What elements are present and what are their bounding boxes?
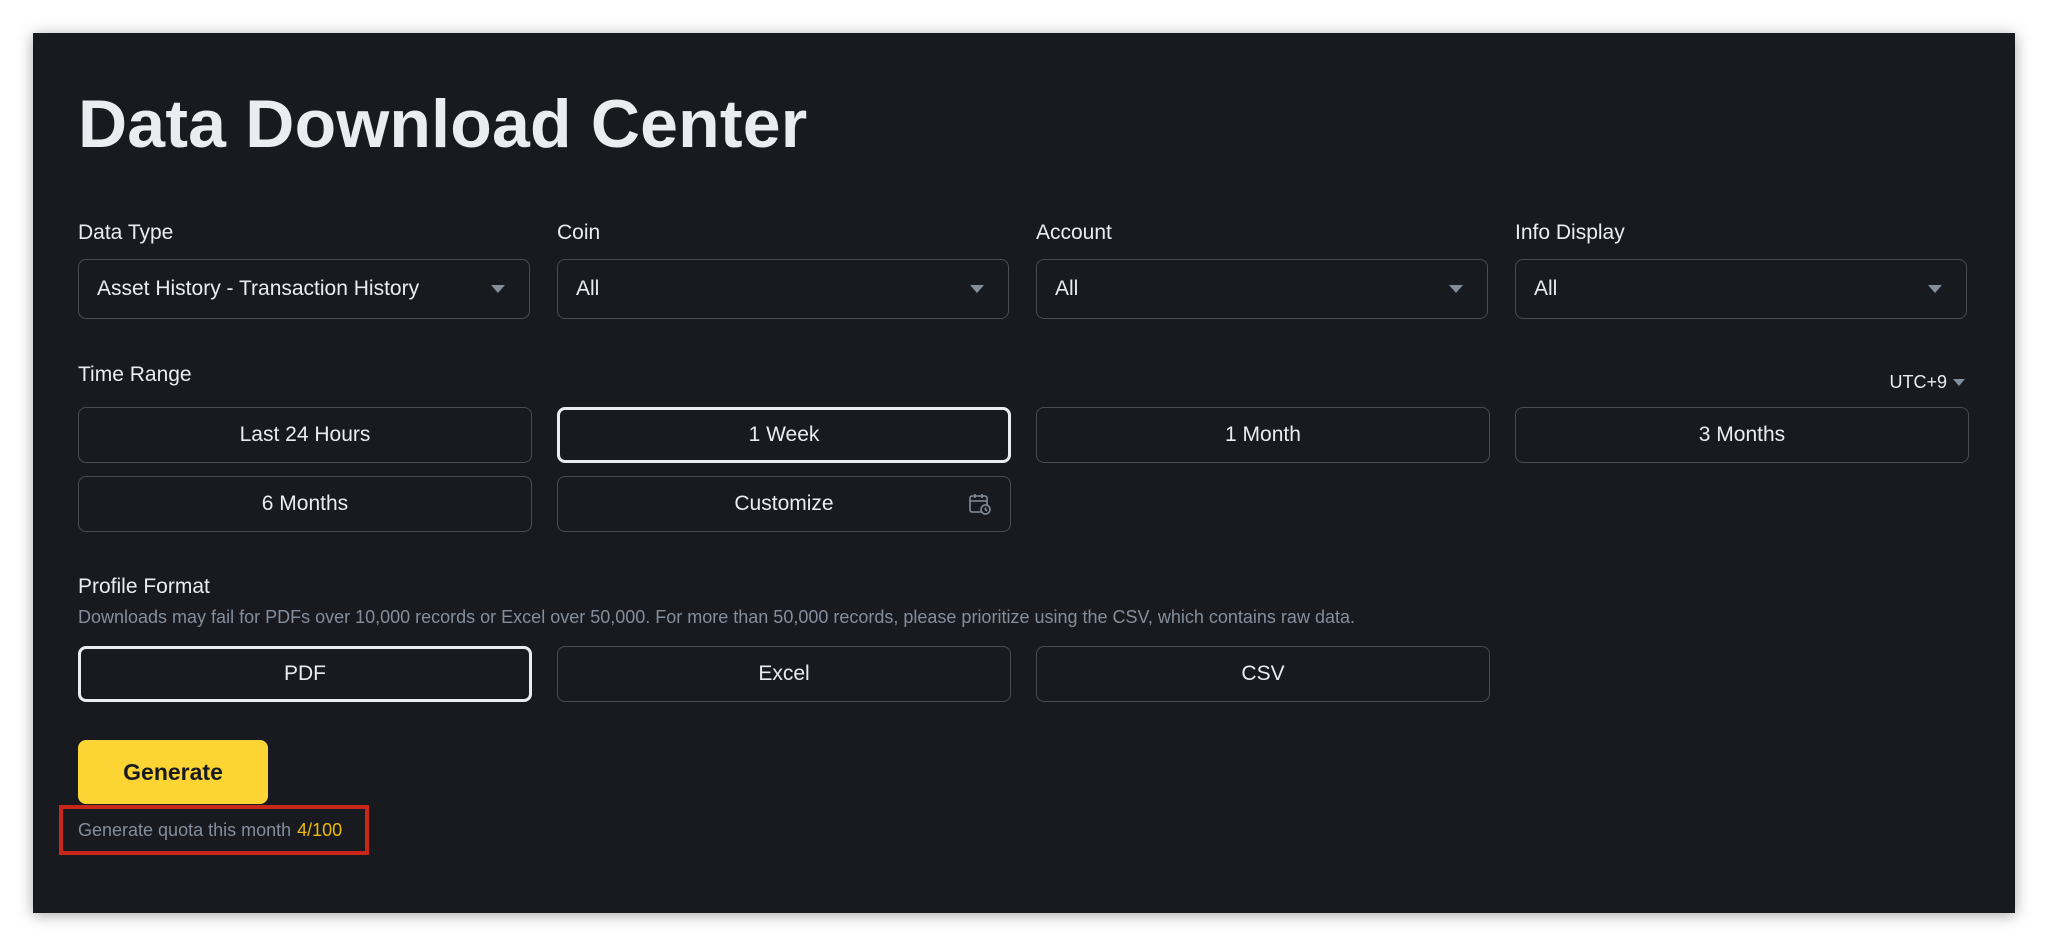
generate-button[interactable]: Generate [78, 740, 268, 804]
download-center-panel: Data Download Center Data Type Asset His… [33, 33, 2015, 913]
quota-count: 4/100 [297, 819, 343, 840]
format-option-label: PDF [284, 662, 326, 685]
chevron-down-icon [970, 285, 984, 293]
page-title: Data Download Center [78, 86, 808, 162]
time-option-6-months[interactable]: 6 Months [78, 476, 532, 532]
time-option-last-24-hours[interactable]: Last 24 Hours [78, 407, 532, 463]
account-value: All [1055, 277, 1079, 300]
coin-select[interactable]: All [557, 259, 1009, 319]
format-option-label: CSV [1241, 662, 1285, 685]
time-option-label: Last 24 Hours [239, 423, 371, 446]
time-option-label: 1 Week [748, 423, 820, 446]
account-select[interactable]: All [1036, 259, 1488, 319]
coin-label: Coin [557, 221, 601, 244]
time-option-customize[interactable]: Customize [557, 476, 1011, 532]
time-option-label: 6 Months [261, 492, 349, 515]
account-label: Account [1036, 221, 1112, 244]
coin-value: All [576, 277, 600, 300]
chevron-down-icon [1928, 285, 1942, 293]
data-type-label: Data Type [78, 221, 174, 244]
chevron-down-icon [1953, 379, 1965, 386]
time-option-label: 1 Month [1225, 423, 1301, 446]
time-range-label: Time Range [78, 363, 192, 386]
profile-format-label: Profile Format [78, 575, 210, 598]
quota-annotation-box: Generate quota this month 4/100 [59, 805, 369, 855]
time-option-label: 3 Months [1698, 423, 1786, 446]
data-type-select[interactable]: Asset History - Transaction History [78, 259, 530, 319]
info-display-label: Info Display [1515, 221, 1625, 244]
timezone-value: UTC+9 [1889, 372, 1947, 392]
time-option-1-week[interactable]: 1 Week [557, 407, 1011, 463]
info-display-value: All [1534, 277, 1558, 300]
profile-format-hint: Downloads may fail for PDFs over 10,000 … [78, 607, 1355, 627]
format-option-excel[interactable]: Excel [557, 646, 1011, 702]
format-option-csv[interactable]: CSV [1036, 646, 1490, 702]
time-option-label: Customize [734, 492, 834, 515]
time-option-1-month[interactable]: 1 Month [1036, 407, 1490, 463]
format-option-label: Excel [758, 662, 810, 685]
timezone-select[interactable]: UTC+9 [1889, 372, 1965, 393]
chevron-down-icon [1449, 285, 1463, 293]
calendar-clock-icon [968, 492, 992, 522]
quota-label: Generate quota this month [78, 819, 292, 840]
data-type-value: Asset History - Transaction History [97, 277, 420, 300]
chevron-down-icon [491, 285, 505, 293]
format-option-pdf[interactable]: PDF [78, 646, 532, 702]
time-option-3-months[interactable]: 3 Months [1515, 407, 1969, 463]
info-display-select[interactable]: All [1515, 259, 1967, 319]
